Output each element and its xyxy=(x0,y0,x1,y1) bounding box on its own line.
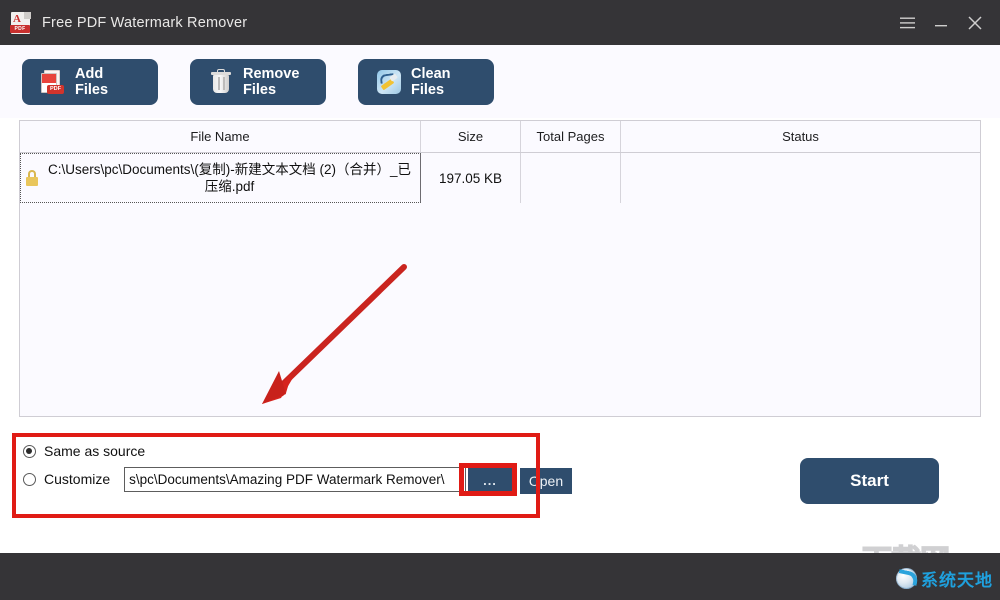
minimize-icon[interactable] xyxy=(924,7,958,39)
column-header-status[interactable]: Status xyxy=(621,121,980,152)
cell-size: 197.05 KB xyxy=(421,153,521,203)
customize-label: Customize xyxy=(44,471,111,487)
remove-files-label: Remove Files xyxy=(243,65,300,98)
footer-bar xyxy=(0,553,1000,600)
browse-button[interactable]: ... xyxy=(468,468,512,492)
clean-files-label: Clean Files xyxy=(411,65,451,98)
column-header-file-name[interactable]: File Name xyxy=(20,121,421,152)
add-pdf-icon: PDF xyxy=(40,69,66,95)
clean-brush-icon xyxy=(376,69,402,95)
app-icon: A PDF xyxy=(10,11,32,35)
cell-total-pages xyxy=(521,153,621,203)
cell-status xyxy=(621,153,980,203)
option-same-as-source[interactable]: Same as source xyxy=(19,437,536,465)
output-options-panel: Same as source Customize s\pc\Documents\… xyxy=(19,437,536,517)
site-watermark: 系统天地 xyxy=(896,566,993,591)
window-title: Free PDF Watermark Remover xyxy=(42,14,248,31)
title-bar: A PDF Free PDF Watermark Remover xyxy=(0,0,1000,45)
same-as-source-label: Same as source xyxy=(44,443,146,459)
hamburger-menu-icon[interactable] xyxy=(890,7,924,39)
output-path-input[interactable]: s\pc\Documents\Amazing PDF Watermark Rem… xyxy=(124,466,467,492)
add-files-button[interactable]: PDF Add Files xyxy=(22,58,158,105)
remove-files-button[interactable]: Remove Files xyxy=(190,58,326,105)
option-customize[interactable]: Customize s\pc\Documents\Amazing PDF Wat… xyxy=(19,465,536,493)
file-list: File Name Size Total Pages Status C:\Use… xyxy=(19,120,981,417)
window-controls xyxy=(890,0,992,45)
table-row[interactable]: C:\Users\pc\Documents\(复制)-新建文本文档 (2)（合并… xyxy=(20,153,980,203)
trash-icon xyxy=(208,68,234,95)
cell-file-name[interactable]: C:\Users\pc\Documents\(复制)-新建文本文档 (2)（合并… xyxy=(20,153,421,203)
radio-same-as-source[interactable] xyxy=(23,444,36,458)
file-list-header: File Name Size Total Pages Status xyxy=(20,121,980,153)
radio-customize[interactable] xyxy=(23,472,36,486)
column-header-size[interactable]: Size xyxy=(421,121,521,152)
add-files-label: Add Files xyxy=(75,65,109,98)
site-watermark-text: 系统天地 xyxy=(921,571,993,591)
column-header-total-pages[interactable]: Total Pages xyxy=(521,121,621,152)
clean-files-button[interactable]: Clean Files xyxy=(358,58,494,105)
start-button[interactable]: Start xyxy=(800,458,939,504)
app-icon-band-label: PDF xyxy=(10,24,30,33)
lock-icon xyxy=(25,170,39,186)
globe-icon xyxy=(896,568,917,589)
close-icon[interactable] xyxy=(958,7,992,39)
toolbar: PDF Add Files Remove Files Clean Files xyxy=(0,45,1000,118)
open-button[interactable]: Open xyxy=(520,468,572,494)
file-name-text: C:\Users\pc\Documents\(复制)-新建文本文档 (2)（合并… xyxy=(47,162,412,194)
